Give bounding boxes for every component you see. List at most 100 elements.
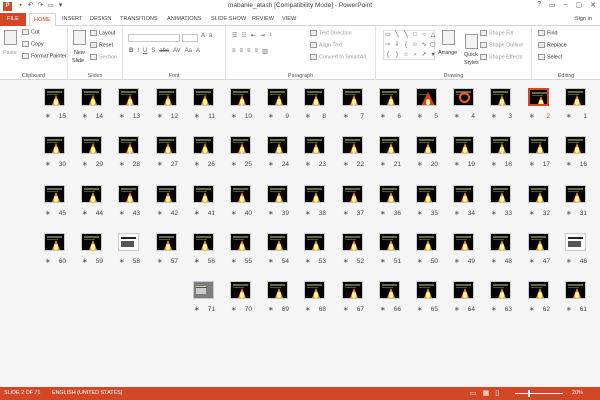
slide-thumbnail[interactable]	[528, 88, 549, 106]
slide-thumbnail[interactable]	[490, 281, 511, 299]
tab-review[interactable]: REVIEW	[252, 13, 274, 26]
chevron-shape-icon[interactable]: ›	[411, 51, 419, 60]
tab-home[interactable]: HOME	[29, 13, 56, 27]
shape-outline-button[interactable]: Shape Outline	[480, 42, 523, 48]
maximize-icon[interactable]: ▢	[576, 1, 583, 9]
slide-thumbnail[interactable]	[565, 136, 586, 154]
slide-thumbnail[interactable]	[490, 185, 511, 203]
section-button[interactable]: Section	[90, 54, 117, 60]
align-right-icon[interactable]: ≡	[247, 48, 251, 55]
slide-thumbnail[interactable]	[379, 185, 400, 203]
slide-thumbnail[interactable]	[453, 233, 474, 251]
slide-thumbnail[interactable]	[342, 233, 363, 251]
shadow-icon[interactable]: S	[151, 48, 155, 54]
slide-thumbnail[interactable]	[193, 233, 214, 251]
font-color-icon[interactable]: A	[196, 48, 200, 54]
language-indicator[interactable]: ENGLISH (UNITED STATES)	[52, 387, 122, 400]
slide-thumbnail[interactable]	[342, 281, 363, 299]
slide-thumbnail[interactable]	[304, 88, 325, 106]
more-shapes-icon[interactable]: ▾	[429, 51, 437, 60]
slide-thumbnail[interactable]	[156, 233, 177, 251]
slide-thumbnail[interactable]	[416, 233, 437, 251]
shrink-font-icon[interactable]: a	[209, 33, 212, 39]
arrange-button[interactable]: Arrange	[438, 50, 457, 56]
find-button[interactable]: Find	[538, 30, 558, 36]
tab-view[interactable]: VIEW	[282, 13, 296, 26]
slide-thumbnail[interactable]	[379, 136, 400, 154]
paste-icon[interactable]	[4, 30, 17, 45]
align-text-button[interactable]: Align Text	[310, 42, 342, 48]
char-spacing-icon[interactable]: AV	[173, 48, 181, 54]
slide-thumbnail[interactable]	[193, 281, 214, 299]
slide-thumbnail[interactable]	[156, 88, 177, 106]
bracket-shape-icon[interactable]: {	[384, 51, 392, 60]
italic-icon[interactable]: I	[137, 48, 139, 54]
line-shape-icon[interactable]: ╲	[393, 31, 401, 40]
slide-thumbnail[interactable]	[81, 185, 102, 203]
new-slide-icon[interactable]	[73, 30, 86, 45]
slide-thumbnail[interactable]	[156, 185, 177, 203]
slide-thumbnail[interactable]	[342, 88, 363, 106]
underline-icon[interactable]: U	[143, 48, 147, 54]
font-name-field[interactable]	[128, 34, 180, 42]
slide-thumbnail[interactable]	[528, 185, 549, 203]
slide-thumbnail[interactable]	[118, 185, 139, 203]
slide-thumbnail[interactable]	[304, 233, 325, 251]
tab-design[interactable]: DESIGN	[90, 13, 111, 26]
slide-thumbnail[interactable]	[44, 88, 65, 106]
brace-shape-icon[interactable]: {	[402, 41, 410, 50]
numbering-icon[interactable]: ☷	[241, 32, 246, 39]
star-shape-icon[interactable]: ☆	[411, 41, 419, 50]
slide-thumbnail[interactable]	[230, 136, 251, 154]
zoom-percent[interactable]: 20%	[572, 387, 583, 400]
zoom-slider-handle[interactable]	[528, 390, 530, 397]
layout-button[interactable]: Layout	[90, 30, 115, 36]
slide-thumbnail[interactable]	[267, 233, 288, 251]
justify-icon[interactable]: ≡	[255, 48, 259, 55]
slide-thumbnail[interactable]	[118, 88, 139, 106]
slide-thumbnail[interactable]	[193, 136, 214, 154]
shape-fill-button[interactable]: Shape Fill	[480, 30, 513, 36]
slide-thumbnail[interactable]	[490, 136, 511, 154]
slide-thumbnail[interactable]	[118, 136, 139, 154]
format-painter-button[interactable]: Format Painter	[22, 53, 67, 59]
slide-thumbnail[interactable]	[416, 281, 437, 299]
slide-thumbnail[interactable]	[416, 185, 437, 203]
slide-thumbnail[interactable]	[379, 88, 400, 106]
new-slide-button-line2[interactable]: Slide	[72, 58, 84, 64]
help-icon[interactable]: ?	[537, 1, 541, 9]
copy-button[interactable]: Copy	[22, 41, 44, 47]
ribbon-display-icon[interactable]: ▭	[549, 1, 556, 9]
shapes-gallery[interactable]: ▭ ╲ ╲ □ ○ △ ⇨ ⇩{☆ ∿ ▢ {} ☆ › ↗ ▾	[383, 30, 437, 60]
line-shape-icon[interactable]: ╲	[402, 31, 410, 40]
grow-font-icon[interactable]: A	[201, 33, 205, 39]
slide-thumbnail[interactable]	[416, 136, 437, 154]
slide-thumbnail[interactable]	[304, 185, 325, 203]
curve-shape-icon[interactable]: ∿	[420, 41, 428, 50]
decrease-indent-icon[interactable]: ⇤	[251, 32, 256, 39]
font-size-field[interactable]	[182, 34, 198, 42]
slide-thumbnail[interactable]	[44, 185, 65, 203]
slide-thumbnail[interactable]	[267, 185, 288, 203]
normal-view-icon[interactable]: ▭	[470, 389, 477, 397]
slide-thumbnail[interactable]	[416, 88, 437, 106]
triangle-shape-icon[interactable]: △	[429, 31, 437, 40]
slide-thumbnail[interactable]	[230, 88, 251, 106]
strikethrough-icon[interactable]: abc	[159, 48, 169, 54]
slide-thumbnail[interactable]	[230, 185, 251, 203]
slide-thumbnail[interactable]	[342, 136, 363, 154]
slide-sorter-view-icon[interactable]: ▦	[483, 389, 490, 397]
slide-thumbnail[interactable]	[453, 281, 474, 299]
slide-thumbnail[interactable]	[565, 233, 586, 251]
text-direction-button[interactable]: Text Direction	[310, 30, 352, 36]
close-icon[interactable]: ✕	[590, 1, 596, 9]
slide-thumbnail[interactable]	[565, 281, 586, 299]
rectangle-shape-icon[interactable]: □	[411, 31, 419, 40]
replace-button[interactable]: Replace	[538, 42, 567, 48]
arrow-shape-icon[interactable]: ↗	[420, 51, 428, 60]
tab-animations[interactable]: ANIMATIONS	[167, 13, 201, 26]
bracket-shape-icon[interactable]: }	[393, 51, 401, 60]
align-center-icon[interactable]: ≡	[240, 48, 244, 55]
slide-thumbnail[interactable]	[565, 88, 586, 106]
rounded-rect-shape-icon[interactable]: ▢	[429, 41, 437, 50]
